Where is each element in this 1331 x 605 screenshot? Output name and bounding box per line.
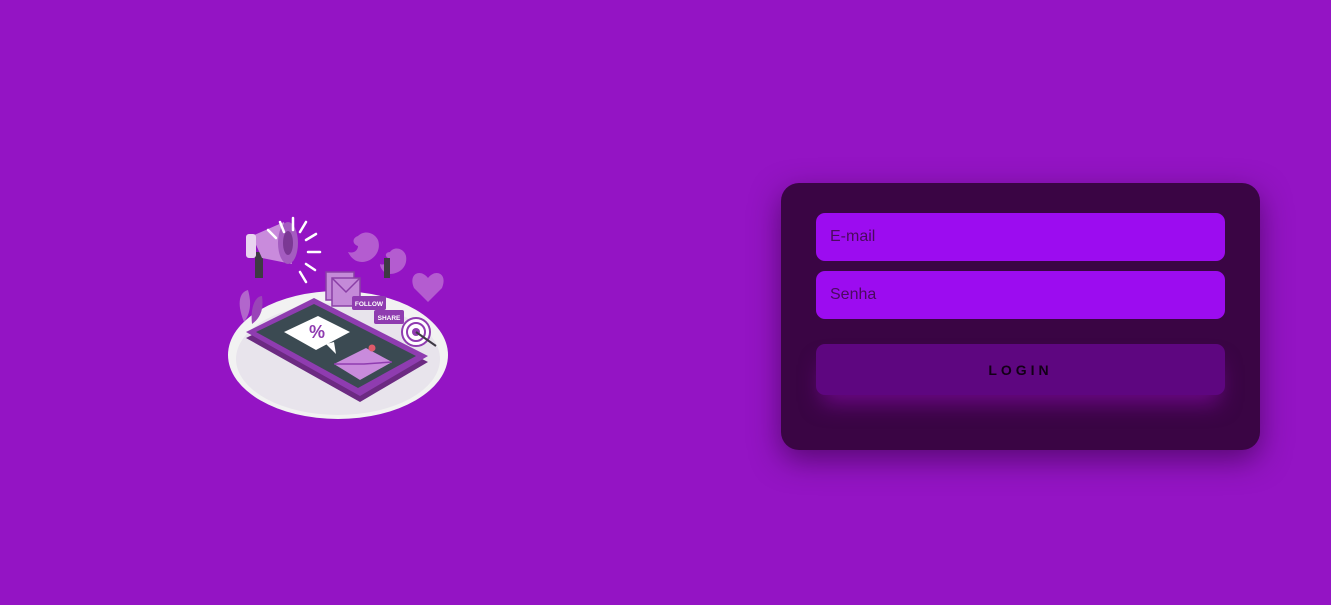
svg-text:%: % (309, 322, 325, 342)
email-input[interactable] (816, 213, 1225, 261)
svg-text:FOLLOW: FOLLOW (355, 301, 384, 308)
login-form: LOGIN (781, 183, 1260, 450)
svg-text:SHARE: SHARE (378, 315, 401, 322)
login-button[interactable]: LOGIN (816, 344, 1225, 395)
heart-icon (412, 273, 444, 302)
megaphone-icon (246, 222, 298, 278)
follow-tag: FOLLOW (352, 296, 386, 310)
share-tag: SHARE (374, 310, 404, 324)
social-media-illustration: FOLLOW SHARE % (222, 212, 454, 424)
password-input[interactable] (816, 271, 1225, 319)
twitter-bird-icon (348, 232, 407, 278)
plant-leaf-icon (239, 290, 251, 322)
